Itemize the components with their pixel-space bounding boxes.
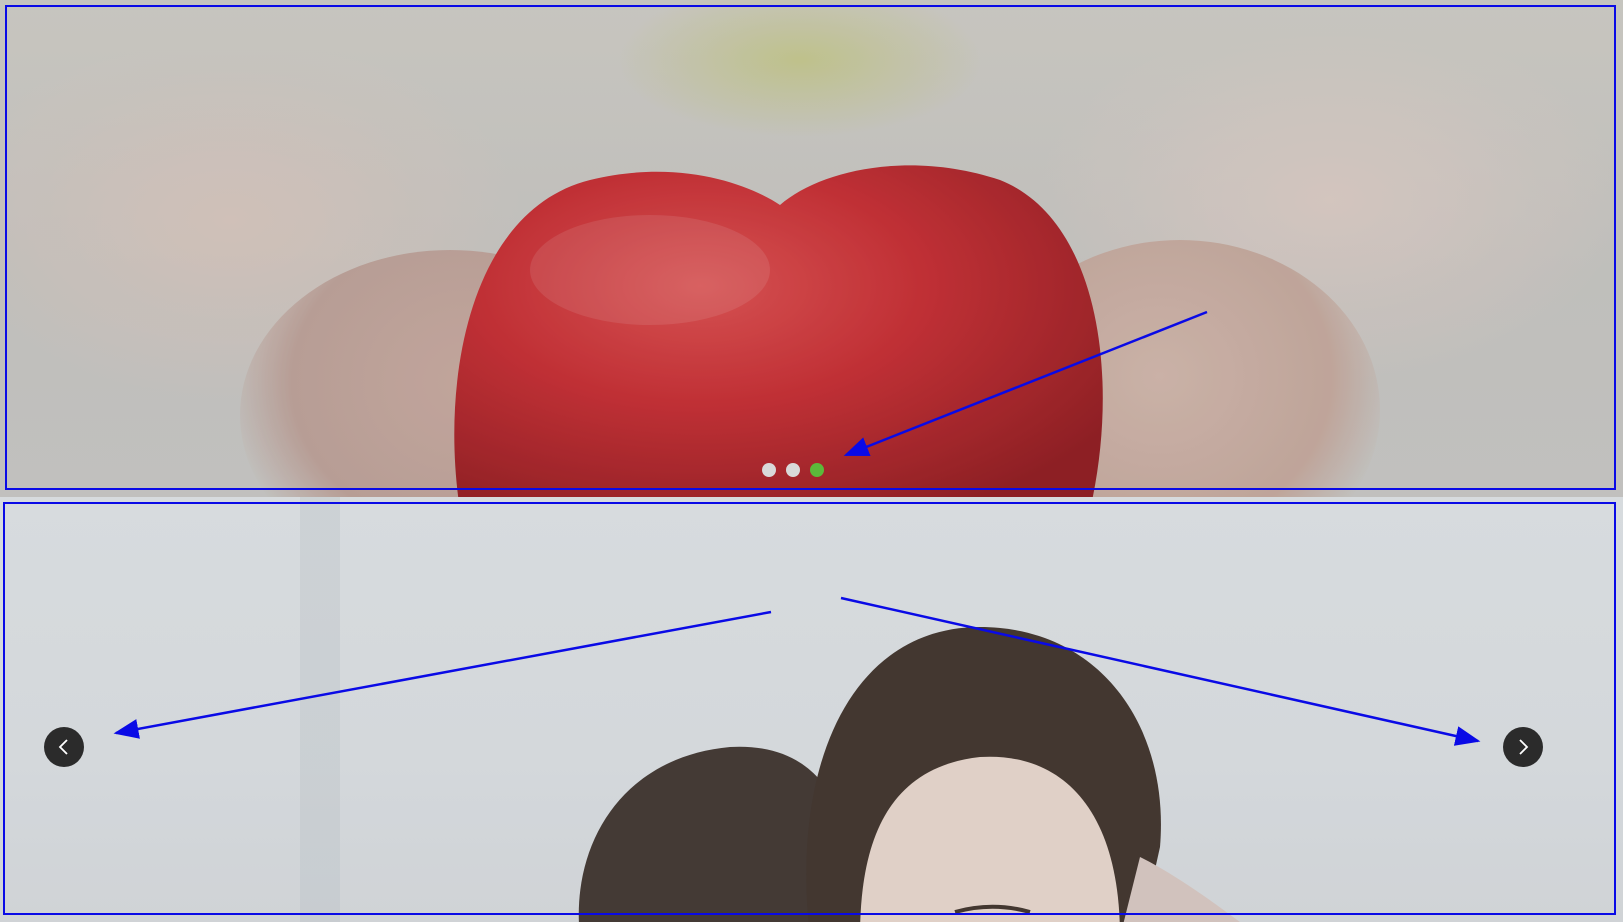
carousel-prev-button[interactable] bbox=[44, 727, 84, 767]
pagination-dot-3-active[interactable] bbox=[810, 463, 824, 477]
carousel-pagination bbox=[762, 463, 824, 477]
two-people-embracing-image bbox=[578, 627, 1240, 922]
chevron-right-icon bbox=[1519, 739, 1529, 755]
hero-slider-top bbox=[0, 0, 1623, 497]
pagination-dot-1[interactable] bbox=[762, 463, 776, 477]
hero-slider-bottom bbox=[0, 497, 1623, 922]
chevron-left-icon bbox=[58, 739, 68, 755]
carousel-next-button[interactable] bbox=[1503, 727, 1543, 767]
heart-in-hands-image bbox=[454, 165, 1103, 497]
pagination-dot-2[interactable] bbox=[786, 463, 800, 477]
